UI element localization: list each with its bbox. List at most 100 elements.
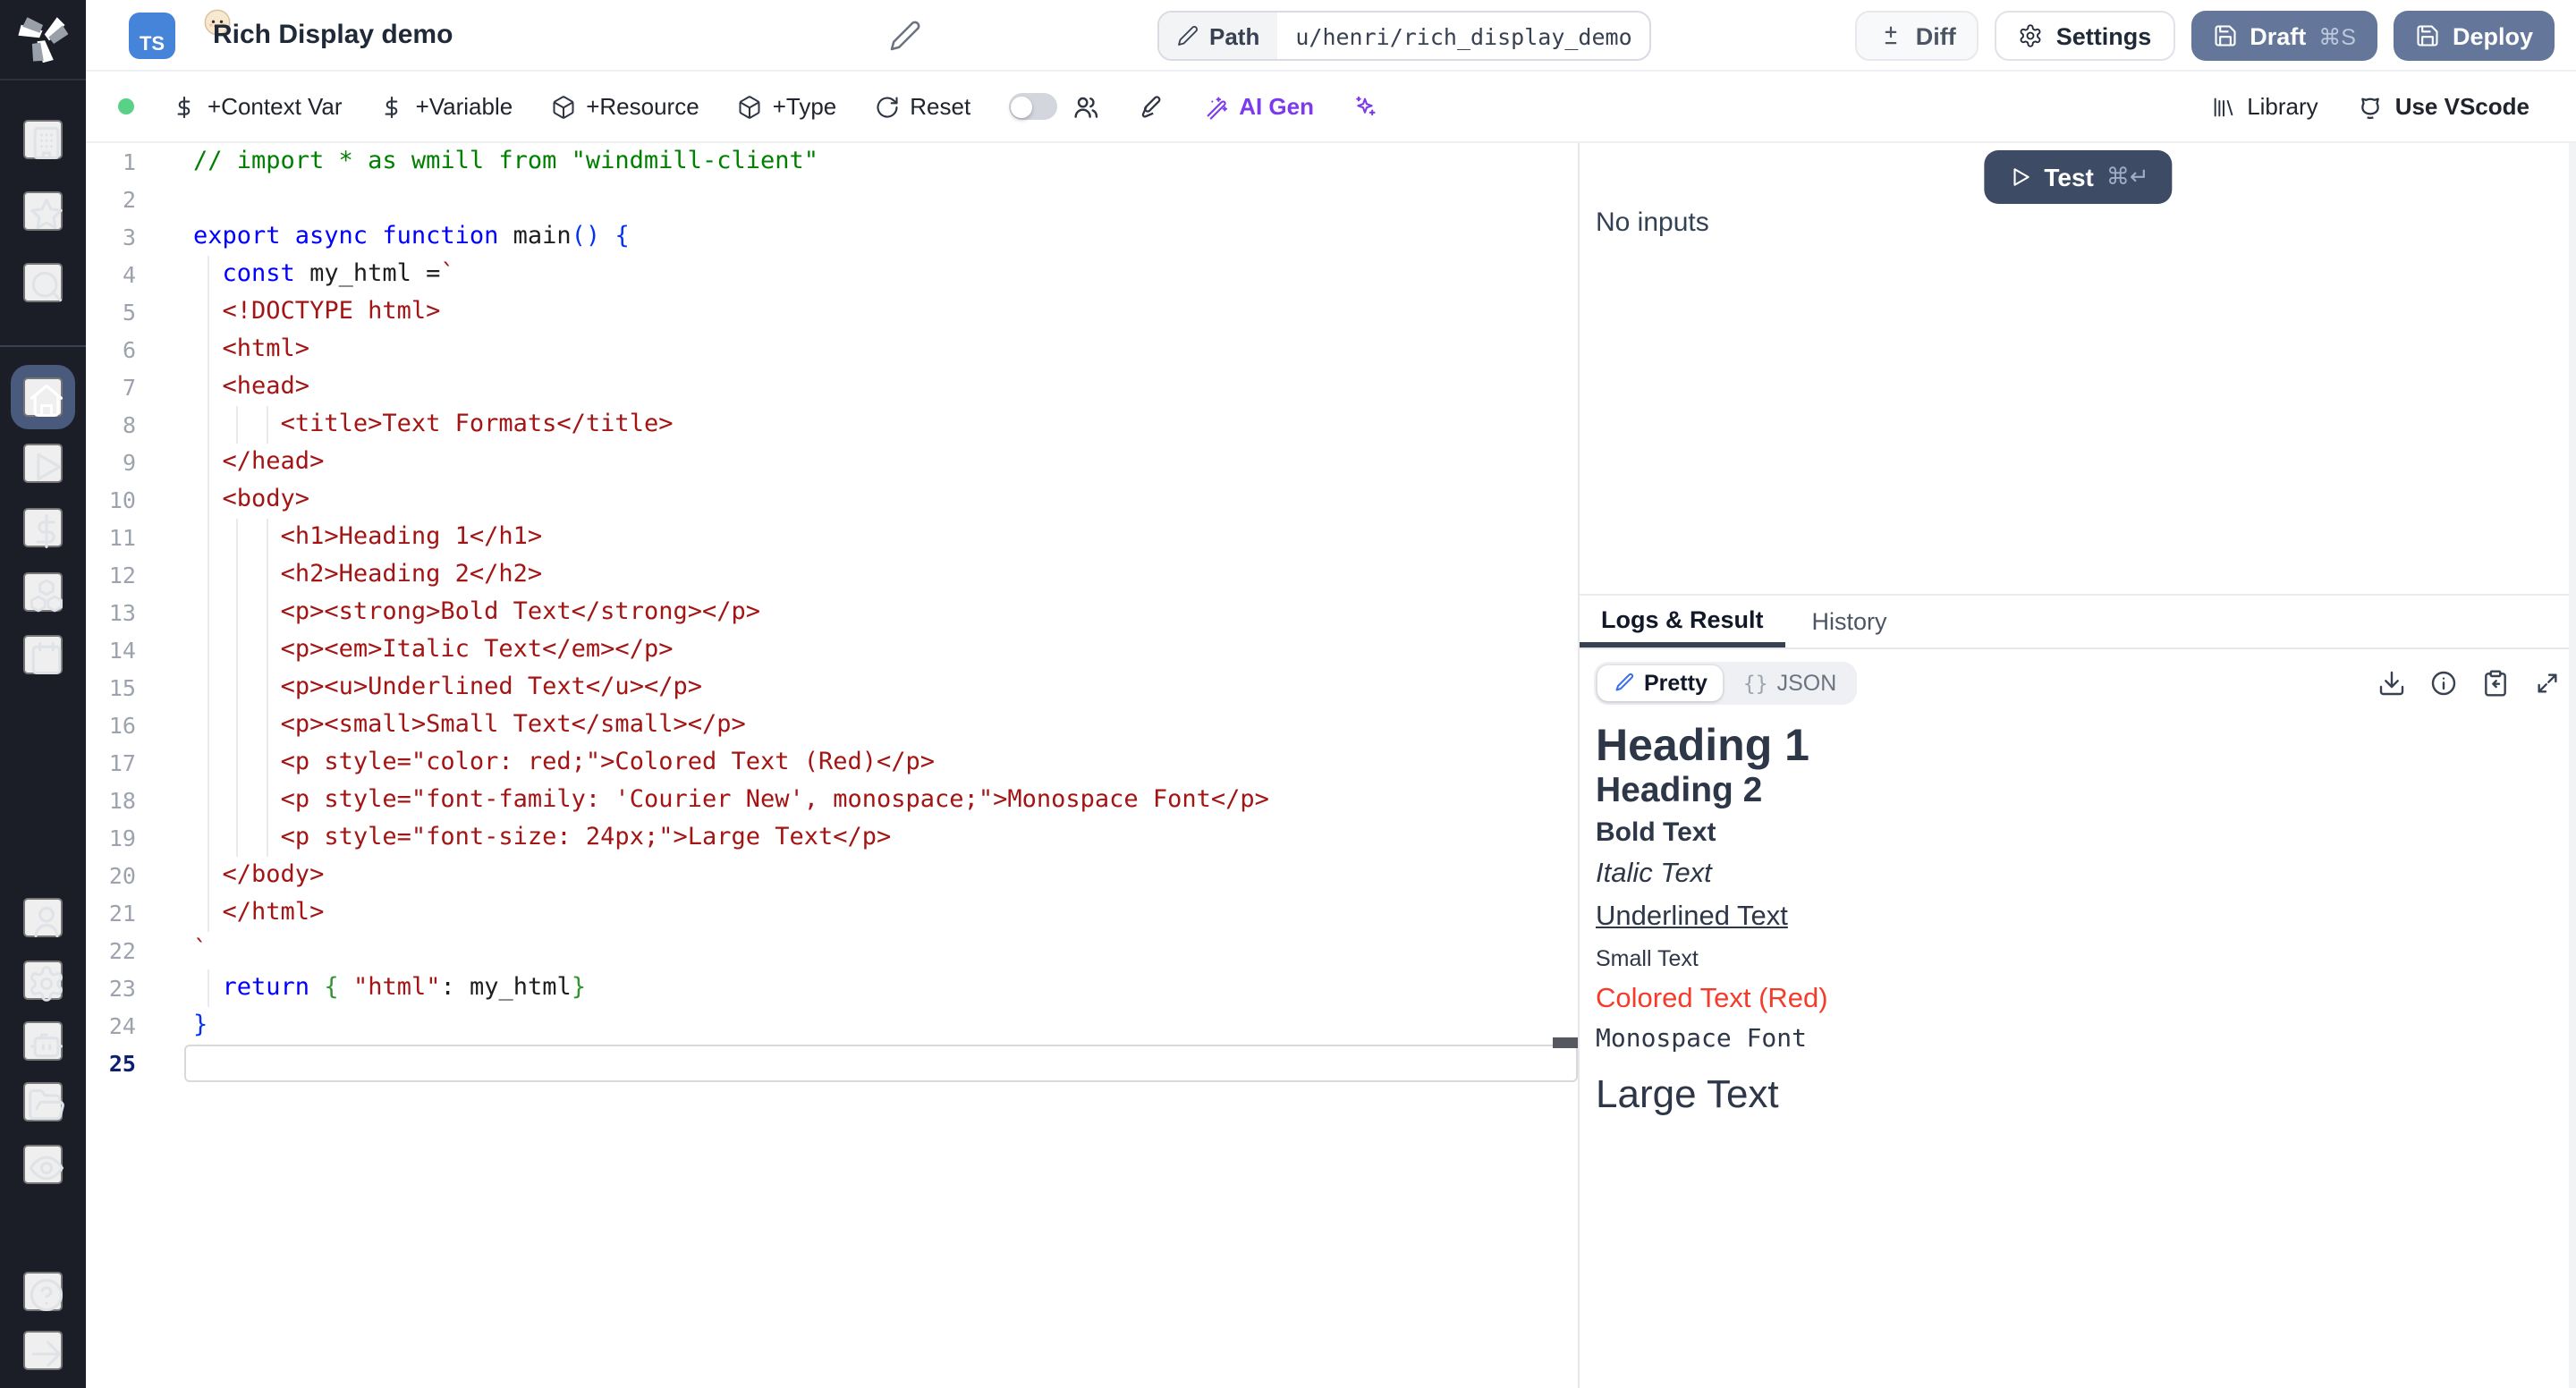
add-context-var-button[interactable]: +Context Var [172,93,343,120]
multiplayer-toggle-group [1008,92,1099,121]
reset-button[interactable]: Reset [874,93,970,120]
copy-result-button[interactable] [2481,669,2510,698]
code-line[interactable]: 9 </head> [86,444,1578,481]
code-line[interactable]: 2 [86,181,1578,218]
windmill-logo-icon[interactable] [18,13,68,63]
sidebar-item-folders[interactable] [23,1082,63,1121]
sidebar-item-favorites[interactable] [23,191,63,231]
sidebar-item-runs[interactable] [23,444,63,483]
sidebar-collapse-toggle[interactable] [23,1331,63,1370]
code-token: export async function [193,222,513,250]
sidebar-item-search[interactable] [23,263,63,302]
deploy-label: Deploy [2453,22,2533,49]
test-button[interactable]: Test ⌘↵ [1983,150,2172,204]
code-editor[interactable]: 1// import * as wmill from "windmill-cli… [86,143,1578,1388]
robot-icon [27,1025,66,1064]
sidebar-item-help[interactable] [23,1272,63,1311]
clipboard-copy-icon [2481,669,2510,698]
header-actions: Diff Settings Draft ⌘S Deplo [1855,11,2555,61]
download-result-button[interactable] [2377,669,2406,698]
code-line[interactable]: 10 <body> [86,481,1578,519]
code-line[interactable]: 23 return { "html": my_html} [86,969,1578,1007]
path-field[interactable]: Path u/henri/rich_display_demo [1157,11,1652,61]
dollar-icon [172,94,197,119]
sidebar-item-home[interactable] [23,377,63,417]
result-info-button[interactable] [2429,669,2458,698]
code-line[interactable]: 17 <p style="color: red;">Colored Text (… [86,744,1578,782]
code-line[interactable]: 4 const my_html =` [86,256,1578,293]
library-button[interactable]: Library [2211,93,2318,120]
code-line[interactable]: 1// import * as wmill from "windmill-cli… [86,143,1578,181]
view-mode-segmented-control: Pretty {} JSON [1594,662,1856,705]
expand-result-button[interactable] [2533,669,2562,698]
tab-history[interactable]: History [1791,596,1909,647]
line-number: 14 [86,631,136,669]
line-number: 23 [86,969,136,1007]
code-line[interactable]: 8 <title>Text Formats</title> [86,406,1578,444]
json-view-button[interactable]: {} JSON [1727,665,1852,701]
sidebar-item-resources[interactable] [23,572,63,612]
code-token [193,447,223,476]
code-line-content: <p><small>Small Text</small></p> [193,707,746,744]
download-icon [2377,669,2406,698]
settings-button[interactable]: Settings [1996,11,2175,61]
deploy-button[interactable]: Deploy [2394,11,2555,61]
pretty-view-button[interactable]: Pretty [1597,665,1724,701]
diff-button[interactable]: Diff [1855,11,1979,61]
user-icon [27,901,66,941]
code-line[interactable]: 20 </body> [86,857,1578,894]
sidebar-item-settings[interactable] [23,961,63,1000]
use-vscode-button[interactable]: Use VScode [2356,92,2529,121]
code-line[interactable]: 24} [86,1007,1578,1045]
ai-sparkles-button[interactable] [1352,94,1377,119]
toggle-knob [1011,96,1032,117]
code-line[interactable]: 16 <p><small>Small Text</small></p> [86,707,1578,744]
code-line[interactable]: 18 <p style="font-family: 'Courier New',… [86,782,1578,819]
code-line-content: </head> [193,444,324,481]
code-line[interactable]: 15 <p><u>Underlined Text</u></p> [86,669,1578,707]
code-token: <p style="font-size: 24px;">Large Text</… [281,823,892,851]
code-line-content: <head> [193,368,309,406]
page-scrollbar[interactable] [2569,143,2576,1388]
line-number: 18 [86,782,136,819]
gear-icon [2019,23,2044,48]
sidebar-item-variables[interactable] [23,508,63,547]
tab-logs-result[interactable]: Logs & Result [1580,596,1785,647]
sidebar-item-audit-logs[interactable] [23,1145,63,1184]
code-line[interactable]: 7 <head> [86,368,1578,406]
editor-scrollbar[interactable] [1553,1037,1578,1048]
code-line[interactable]: 3export async function main() { [86,218,1578,256]
code-line[interactable]: 22` [86,932,1578,969]
code-line[interactable]: 11 <h1>Heading 1</h1> [86,519,1578,556]
code-line[interactable]: 6 <html> [86,331,1578,368]
ai-gen-button[interactable]: AI Gen [1203,93,1314,120]
pencil-icon [889,20,921,52]
code-line[interactable]: 21 </html> [86,894,1578,932]
code-line[interactable]: 19 <p style="font-size: 24px;">Large Tex… [86,819,1578,857]
line-number: 19 [86,819,136,857]
result-item: Heading 1 [1596,723,2560,769]
draft-button[interactable]: Draft ⌘S [2190,11,2377,61]
paintbrush-icon [1137,92,1165,121]
multiplayer-toggle[interactable] [1008,93,1056,120]
sidebar-item-workers[interactable] [23,1021,63,1061]
code-line[interactable]: 12 <h2>Heading 2</h2> [86,556,1578,594]
status-dot [118,98,134,114]
add-resource-button[interactable]: +Resource [550,93,699,120]
code-line[interactable]: 5 <!DOCTYPE html> [86,293,1578,331]
code-token: <p style="font-family: 'Courier New', mo… [281,785,1269,814]
sidebar-item-workspace[interactable] [23,120,63,159]
format-code-button[interactable] [1137,92,1165,121]
sidebar-item-schedules[interactable] [23,635,63,674]
code-line[interactable]: 13 <p><strong>Bold Text</strong></p> [86,594,1578,631]
edit-summary-button[interactable] [889,20,921,52]
code-line[interactable]: 14 <p><em>Italic Text</em></p> [86,631,1578,669]
add-type-button[interactable]: +Type [737,93,837,120]
code-token: <!DOCTYPE html> [223,297,441,326]
line-number: 11 [86,519,136,556]
result-item: Colored Text (Red) [1596,978,2560,1020]
page-title: Rich Display demo [213,20,453,50]
sidebar-item-users[interactable] [23,898,63,937]
add-variable-button[interactable]: +Variable [380,93,513,120]
code-token: <p><small>Small Text</small></p> [281,710,746,739]
